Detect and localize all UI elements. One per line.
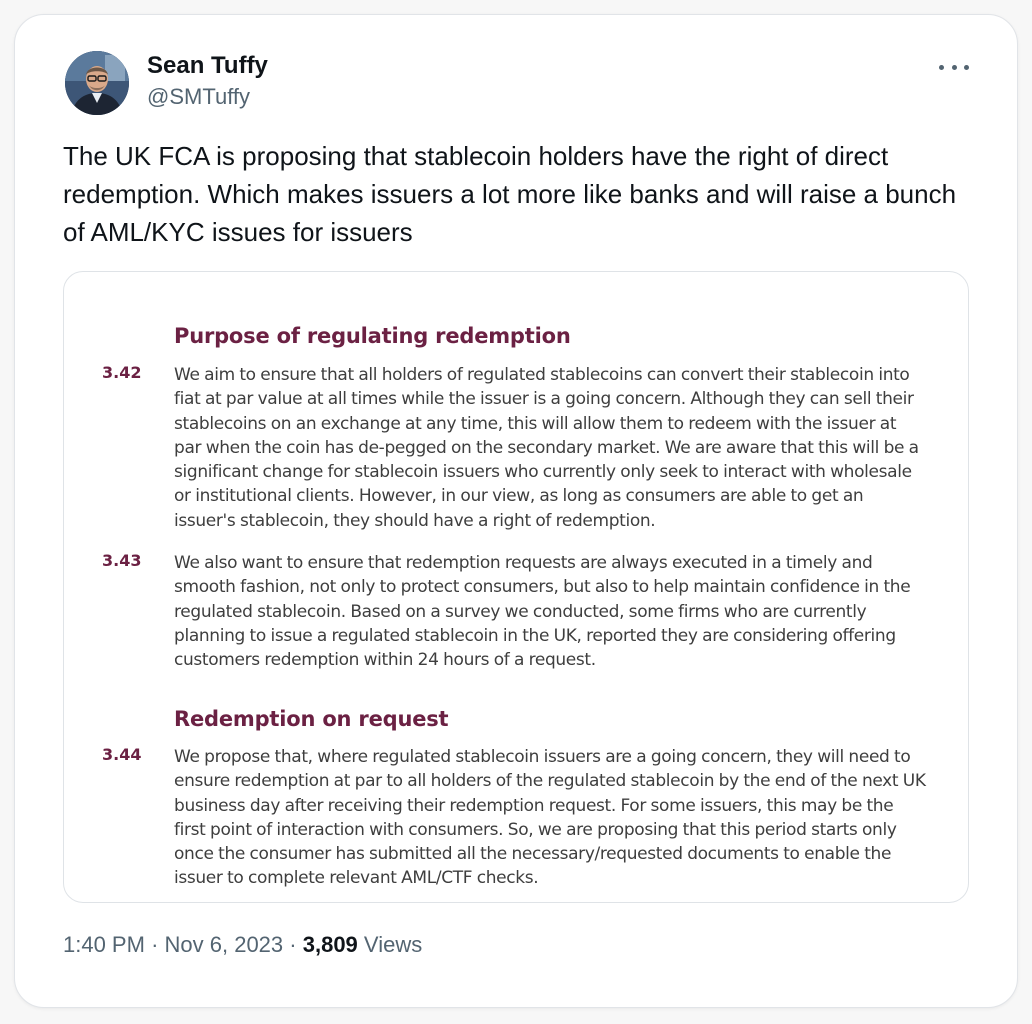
avatar-image: [65, 51, 129, 115]
paragraph-number: 3.42: [102, 363, 142, 382]
section-heading-purpose: Purpose of regulating redemption: [174, 324, 571, 348]
views-count[interactable]: 3,809: [303, 932, 358, 957]
avatar[interactable]: [65, 51, 129, 115]
tweet-media-image[interactable]: Purpose of regulating redemption 3.42 We…: [63, 271, 969, 903]
meta-separator: ·: [289, 932, 297, 957]
more-horizontal-icon: [939, 64, 944, 70]
meta-separator: ·: [151, 932, 159, 957]
tweet-time[interactable]: 1:40 PM: [63, 932, 145, 957]
more-options-button[interactable]: [939, 55, 969, 79]
paragraph-text: We propose that, where regulated stablec…: [174, 747, 926, 889]
paragraph-text: We also want to ensure that redemption r…: [174, 553, 911, 671]
display-name[interactable]: Sean Tuffy: [147, 51, 268, 81]
document-screenshot: Purpose of regulating redemption 3.42 We…: [64, 272, 968, 902]
views-label[interactable]: Views: [364, 932, 422, 957]
paragraph-number: 3.43: [102, 551, 142, 570]
author-info[interactable]: Sean Tuffy @SMTuffy: [147, 51, 268, 111]
tweet-card[interactable]: Sean Tuffy @SMTuffy The UK FCA is propos…: [14, 14, 1018, 1008]
tweet-text: The UK FCA is proposing that stablecoin …: [63, 141, 957, 247]
tweet-date[interactable]: Nov 6, 2023: [165, 932, 284, 957]
paragraph-text: We aim to ensure that all holders of reg…: [174, 365, 919, 531]
tweet-meta: 1:40 PM · Nov 6, 2023 · 3,809 Views: [63, 931, 422, 959]
handle[interactable]: @SMTuffy: [147, 83, 268, 111]
paragraph-number: 3.44: [102, 745, 142, 764]
section-heading-redemption-on-request: Redemption on request: [174, 707, 449, 731]
